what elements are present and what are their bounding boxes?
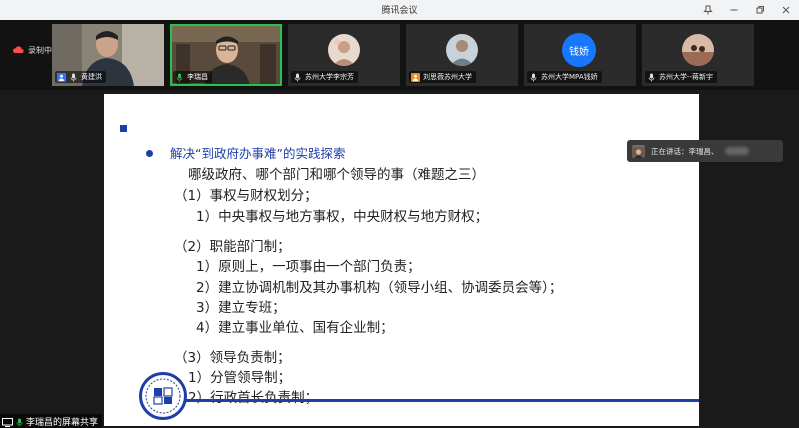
participant-name: 苏州大学李宗芳 <box>305 73 354 81</box>
speaking-label: 正在讲话：李瑞昌、 <box>651 146 719 156</box>
avatar <box>328 34 360 66</box>
participant-namebar: 黄建洪 <box>55 71 106 83</box>
participant-namebar: 苏州大学--蒋新宇 <box>645 71 718 83</box>
participant-tile-active[interactable]: 李瑞昌 <box>170 24 282 86</box>
participant-name: 李瑞昌 <box>187 73 208 81</box>
user-icon <box>57 72 66 82</box>
participant-name: 苏州大学MPA钱娇 <box>541 73 598 81</box>
host-icon <box>411 72 420 82</box>
window-title: 腾讯会议 <box>381 6 418 16</box>
screen-share-owner: 李瑞昌的屏幕共享 <box>26 417 99 428</box>
participant-name: 黄建洪 <box>81 73 102 81</box>
participant-namebar: 苏州大学李宗芳 <box>291 71 358 83</box>
slide-line: （3）领导负责制； <box>174 350 291 366</box>
blurred-speaker-name <box>724 147 749 155</box>
participant-tile[interactable]: 黄建洪 <box>52 24 164 86</box>
mic-icon <box>293 73 302 82</box>
slide-line: 1）原则上，一项事由一个部门负责； <box>196 259 421 275</box>
university-seal-logo <box>139 372 187 420</box>
recording-indicator[interactable]: 录制中 <box>12 45 54 56</box>
heading-bullet-icon <box>146 150 153 157</box>
cloud-record-icon <box>12 45 24 56</box>
participant-namebar: 苏州大学MPA钱娇 <box>527 71 602 83</box>
speaking-indicator: 正在讲话：李瑞昌、 <box>627 140 783 162</box>
recording-label: 录制中 <box>28 46 52 55</box>
participant-name: 刘思薇苏州大学 <box>423 73 472 81</box>
slide-line: 1）分管领导制； <box>188 370 292 386</box>
title-bar: 腾讯会议 <box>0 0 799 20</box>
text-avatar: 钱娇 <box>562 33 596 67</box>
participant-tile[interactable]: 刘思薇苏州大学 <box>406 24 518 86</box>
title-square-bullet <box>120 125 127 132</box>
mic-icon <box>16 412 23 428</box>
video-strip: 录制中 黄建洪 李瑞昌 苏州大学李宗芳 刘思薇苏州大学 钱娇 苏州大学MPA钱娇… <box>0 20 799 90</box>
participant-namebar: 刘思薇苏州大学 <box>409 71 476 83</box>
mic-active-icon <box>175 73 184 82</box>
avatar <box>446 34 478 66</box>
slide-line: 哪级政府、哪个部门和哪个领导的事（难题之三） <box>188 167 485 183</box>
shared-screen-area: 解决“到政府办事难”的实践探索 哪级政府、哪个部门和哪个领导的事（难题之三） （… <box>0 90 799 428</box>
participant-name: 苏州大学--蒋新宇 <box>659 73 714 81</box>
minimize-icon[interactable] <box>721 0 747 20</box>
slide-line: 1）中央事权与地方事权，中央财权与地方财权； <box>196 209 489 225</box>
slide-footer-rule <box>184 399 699 402</box>
slide-heading: 解决“到政府办事难”的实践探索 <box>170 146 346 161</box>
slide-line: 4）建立事业单位、国有企业制； <box>196 320 394 336</box>
restore-icon[interactable] <box>747 0 773 20</box>
slide-line: （2）职能部门制； <box>174 239 291 255</box>
avatar <box>682 34 714 66</box>
slide-line: （1）事权与财权划分； <box>174 188 318 204</box>
participant-tile[interactable]: 苏州大学--蒋新宇 <box>642 24 754 86</box>
mic-icon <box>69 73 78 82</box>
participant-tile[interactable]: 钱娇 苏州大学MPA钱娇 <box>524 24 636 86</box>
slide-line: 2）建立协调机制及其办事机构（领导小组、协调委员会等）； <box>196 280 563 296</box>
slide-line: 3）建立专班； <box>196 300 286 316</box>
screen-share-icon <box>2 412 13 428</box>
screen-share-label[interactable]: 李瑞昌的屏幕共享 <box>0 412 103 428</box>
participant-namebar: 李瑞昌 <box>173 71 212 83</box>
speaker-avatar <box>632 144 645 158</box>
mic-icon <box>529 73 538 82</box>
slide-line: 2）行政首长负责制； <box>188 390 319 406</box>
mic-icon <box>647 73 656 82</box>
presentation-slide: 解决“到政府办事难”的实践探索 哪级政府、哪个部门和哪个领导的事（难题之三） （… <box>104 94 699 426</box>
participant-tile[interactable]: 苏州大学李宗芳 <box>288 24 400 86</box>
close-icon[interactable] <box>773 0 799 20</box>
pin-icon[interactable] <box>695 0 721 20</box>
